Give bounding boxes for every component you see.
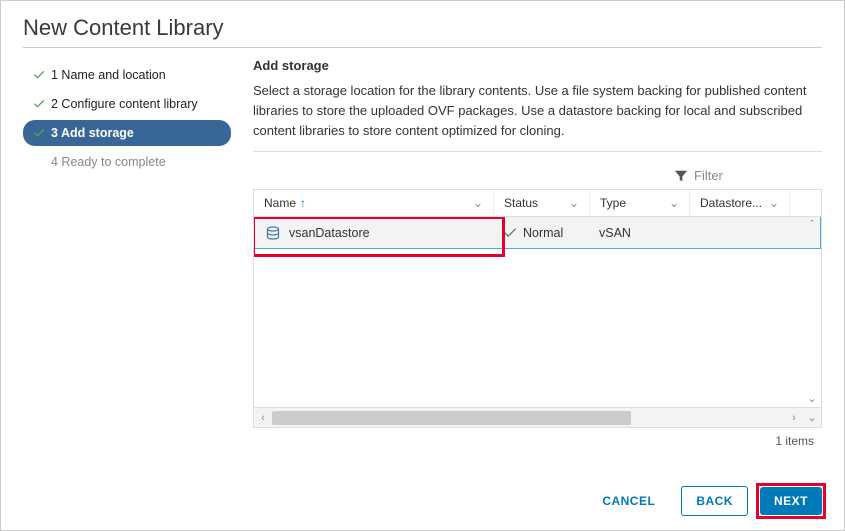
- next-button[interactable]: NEXT: [760, 487, 822, 515]
- next-button-wrap: NEXT: [760, 487, 822, 515]
- chevron-down-icon: ⌄: [669, 196, 679, 210]
- wizard-content: 1 Name and location 2 Configure content …: [1, 58, 844, 448]
- wizard-actions: CANCEL BACK NEXT: [588, 486, 822, 516]
- wizard-main: Add storage Select a storage location fo…: [231, 58, 822, 448]
- vertical-scrollbar[interactable]: ˆ ⌄: [803, 217, 821, 407]
- chevron-down-icon: ⌄: [473, 196, 483, 210]
- grid-header: Name ↑ ⌄ Status ⌄ Type ⌄ Datastore... ⌄: [254, 190, 821, 217]
- wizard-steps-sidebar: 1 Name and location 2 Configure content …: [23, 58, 231, 448]
- cell-datastore-cluster: [689, 217, 789, 248]
- column-label: Status: [504, 196, 538, 210]
- cell-type: vSAN: [589, 217, 689, 248]
- filter-icon: [674, 169, 688, 183]
- wizard-dialog: New Content Library 1 Name and location …: [0, 0, 845, 531]
- datastore-icon: [265, 225, 281, 241]
- datastore-grid: Name ↑ ⌄ Status ⌄ Type ⌄ Datastore... ⌄: [253, 189, 822, 428]
- section-divider: [253, 151, 822, 152]
- section-title: Add storage: [253, 58, 822, 73]
- column-header-datastore-cluster[interactable]: Datastore... ⌄: [690, 190, 790, 216]
- step-label: 4 Ready to complete: [51, 155, 166, 169]
- step-label: 3 Add storage: [51, 126, 134, 140]
- cancel-button[interactable]: CANCEL: [588, 487, 669, 515]
- scroll-down-icon[interactable]: ⌄: [803, 411, 821, 424]
- sort-asc-icon: ↑: [300, 196, 306, 210]
- step-configure-library[interactable]: 2 Configure content library: [23, 91, 231, 117]
- filter-input[interactable]: [694, 168, 814, 183]
- step-label: 1 Name and location: [51, 68, 166, 82]
- chevron-down-icon: ⌄: [569, 196, 579, 210]
- check-icon: [31, 98, 47, 110]
- datastore-name: vsanDatastore: [289, 226, 370, 240]
- scroll-up-icon[interactable]: ˆ: [810, 219, 814, 231]
- section-description: Select a storage location for the librar…: [253, 81, 822, 141]
- column-label: Datastore...: [700, 196, 762, 210]
- step-name-location[interactable]: 1 Name and location: [23, 62, 231, 88]
- status-ok-icon: [503, 226, 517, 240]
- column-spacer: [790, 190, 821, 216]
- column-label: Name: [264, 196, 296, 210]
- check-icon: [31, 69, 47, 81]
- step-add-storage[interactable]: 3 Add storage: [23, 120, 231, 146]
- filter-row: [253, 164, 822, 189]
- chevron-down-icon: ⌄: [769, 196, 779, 210]
- step-label: 2 Configure content library: [51, 97, 198, 111]
- grid-footer: 1 items: [253, 428, 822, 448]
- scrollbar-track[interactable]: [272, 411, 785, 425]
- check-icon: [31, 127, 47, 139]
- step-ready-complete: 4 Ready to complete: [23, 149, 231, 175]
- scroll-right-icon[interactable]: ›: [785, 412, 803, 424]
- title-divider: [23, 47, 822, 48]
- status-label: Normal: [523, 226, 563, 240]
- column-header-type[interactable]: Type ⌄: [590, 190, 690, 216]
- scrollbar-thumb[interactable]: [272, 411, 631, 425]
- scroll-down-icon[interactable]: ⌄: [807, 392, 816, 405]
- horizontal-scrollbar[interactable]: ‹ › ⌄: [254, 407, 821, 427]
- back-button[interactable]: BACK: [681, 486, 748, 516]
- grid-body: vsanDatastore Normal vSAN ˆ ⌄: [254, 217, 821, 407]
- column-label: Type: [600, 196, 626, 210]
- wizard-title: New Content Library: [1, 1, 844, 47]
- cell-name: vsanDatastore: [255, 217, 493, 248]
- column-header-name[interactable]: Name ↑ ⌄: [254, 190, 494, 216]
- column-header-status[interactable]: Status ⌄: [494, 190, 590, 216]
- scroll-left-icon[interactable]: ‹: [254, 412, 272, 424]
- cell-status: Normal: [493, 217, 589, 248]
- table-row[interactable]: vsanDatastore Normal vSAN: [254, 217, 821, 249]
